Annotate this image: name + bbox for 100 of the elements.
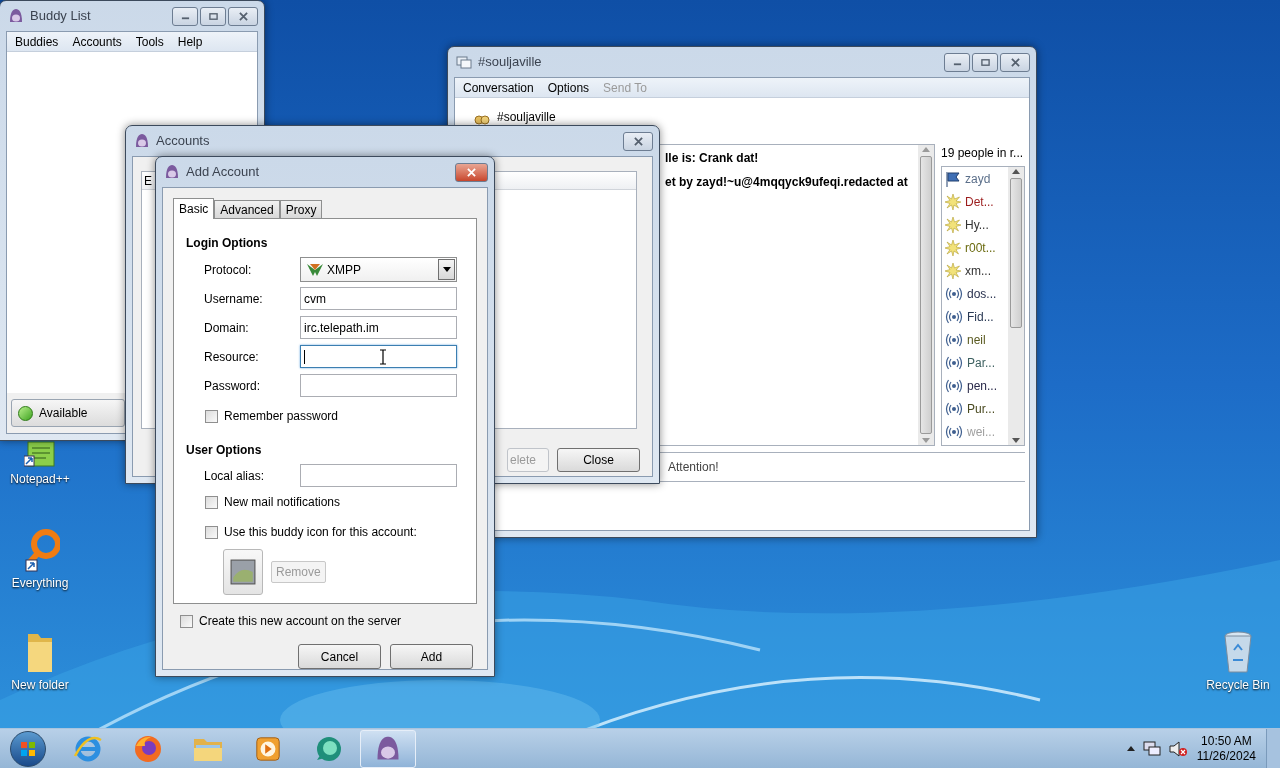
- close-button[interactable]: [228, 6, 258, 26]
- buddy-icon-button[interactable]: [223, 549, 263, 595]
- channel-name: #souljaville: [497, 109, 556, 126]
- close-icon: [1010, 57, 1020, 67]
- scroll-up-icon[interactable]: [1012, 169, 1020, 174]
- dialog-button[interactable]: Add: [390, 644, 473, 669]
- caret-icon: [442, 267, 451, 272]
- broadcast-icon: [945, 379, 963, 393]
- sun-icon: [945, 194, 961, 210]
- field-label: Resource:: [203, 348, 260, 366]
- text-field[interactable]: cvm: [300, 287, 457, 310]
- protocol-dropdown[interactable]: XMPP: [300, 257, 457, 282]
- flag-icon: [945, 171, 961, 187]
- chat-window-icon: [456, 54, 472, 70]
- text-field[interactable]: [300, 345, 457, 368]
- maximize-icon: [208, 11, 218, 21]
- broadcast-icon: [945, 287, 963, 301]
- person-name[interactable]: neil: [967, 331, 986, 349]
- checkbox-label[interactable]: New mail notifications: [224, 493, 341, 511]
- minimize-button[interactable]: [944, 52, 970, 72]
- chat-message: et by zayd!~u@4mqqyck9ufeqi.redacted at: [665, 174, 909, 191]
- section-heading: User Options: [186, 442, 263, 459]
- person-name[interactable]: Fid...: [967, 308, 994, 326]
- scrollbar[interactable]: [1008, 167, 1024, 445]
- window-title: #souljaville: [478, 53, 542, 72]
- desktop-icon-label[interactable]: Everything: [11, 574, 69, 592]
- broadcast-icon: [945, 402, 963, 416]
- close-icon: [633, 136, 643, 146]
- person-name[interactable]: Hy...: [965, 216, 989, 234]
- field-value: irc.telepath.im: [304, 319, 379, 337]
- protocol-icon: [307, 263, 323, 276]
- checkbox[interactable]: [205, 495, 218, 509]
- desktop-icon-label[interactable]: New folder: [11, 676, 69, 694]
- recycle-bin-icon: [1222, 630, 1254, 674]
- bird-icon: [134, 133, 150, 149]
- toolbar-item[interactable]: Attention!: [668, 458, 719, 476]
- text-field[interactable]: [300, 464, 457, 487]
- clock-time: 10:50 AM: [1201, 733, 1252, 749]
- checkbox[interactable]: [205, 409, 218, 423]
- checkbox-label[interactable]: Remember password: [224, 407, 339, 425]
- clock[interactable]: 10:50 AM 11/26/2024: [1194, 733, 1258, 764]
- sun-icon: [945, 263, 961, 279]
- desktop-icon-label[interactable]: Notepad++: [10, 470, 70, 488]
- maximize-icon: [980, 57, 990, 67]
- checkbox-label[interactable]: Use this buddy icon for this account:: [224, 523, 417, 541]
- people-count: 19 people in r...: [941, 145, 1025, 162]
- field-label: Username:: [203, 290, 264, 308]
- tray-expand-icon[interactable]: [1126, 746, 1135, 751]
- field-label: Domain:: [203, 319, 250, 337]
- field-label: Password:: [203, 377, 262, 395]
- windows-logo: [20, 740, 36, 757]
- notepad-icon: [24, 440, 56, 468]
- text-field[interactable]: [300, 374, 457, 397]
- checkbox[interactable]: [180, 614, 193, 628]
- field-value: cvm: [304, 290, 326, 308]
- menu-item[interactable]: Help: [177, 32, 203, 51]
- menu-item[interactable]: Conversation: [463, 78, 534, 97]
- tab[interactable]: Basic: [173, 198, 215, 219]
- person-name[interactable]: Par...: [967, 354, 995, 372]
- person-name[interactable]: xm...: [965, 262, 991, 280]
- window-title: Buddy List: [30, 7, 91, 26]
- network-icon[interactable]: [1142, 740, 1161, 757]
- text-field[interactable]: irc.telepath.im: [300, 316, 457, 339]
- person-name[interactable]: pen...: [967, 377, 998, 395]
- muted-speaker-icon[interactable]: [1168, 740, 1187, 757]
- close-icon: [467, 167, 476, 177]
- close-button[interactable]: [623, 131, 653, 151]
- tab[interactable]: Advanced: [214, 200, 280, 218]
- minimize-button[interactable]: [172, 6, 198, 26]
- sun-icon: [945, 240, 961, 256]
- person-name[interactable]: Det...: [965, 193, 994, 211]
- person-name[interactable]: zayd: [965, 170, 991, 188]
- menu-item[interactable]: Accounts: [72, 32, 122, 51]
- close-button[interactable]: [455, 162, 488, 182]
- window-title: Add Account: [186, 163, 259, 182]
- person-name[interactable]: Pur...: [967, 400, 995, 418]
- dialog-button[interactable]: Cancel: [298, 644, 381, 669]
- menu-item[interactable]: Tools: [135, 32, 164, 51]
- person-name[interactable]: dos...: [967, 285, 997, 303]
- close-icon: [238, 11, 248, 21]
- broadcast-icon: [945, 333, 963, 347]
- person-name[interactable]: r00t...: [965, 239, 996, 257]
- dialog-button[interactable]: Close: [557, 448, 640, 472]
- status-selector[interactable]: Available: [11, 399, 125, 427]
- fox-globe-icon: [133, 733, 163, 764]
- menu-item[interactable]: Options: [547, 78, 590, 97]
- maximize-button[interactable]: [200, 6, 226, 26]
- broadcast-icon: [945, 310, 963, 324]
- taskbar-button[interactable]: [360, 729, 416, 768]
- checkbox[interactable]: [205, 525, 218, 539]
- scroll-down-icon[interactable]: [1012, 438, 1020, 443]
- checkbox-label[interactable]: Create this new account on the server: [199, 612, 402, 630]
- image-placeholder-icon: [230, 559, 256, 585]
- close-button[interactable]: [1000, 52, 1030, 72]
- menu-item[interactable]: Buddies: [15, 32, 59, 51]
- bird-icon: [8, 8, 24, 24]
- tab[interactable]: Proxy: [279, 200, 323, 218]
- maximize-button[interactable]: [972, 52, 998, 72]
- broadcast-icon: [945, 356, 963, 370]
- column-header[interactable]: E: [144, 171, 152, 190]
